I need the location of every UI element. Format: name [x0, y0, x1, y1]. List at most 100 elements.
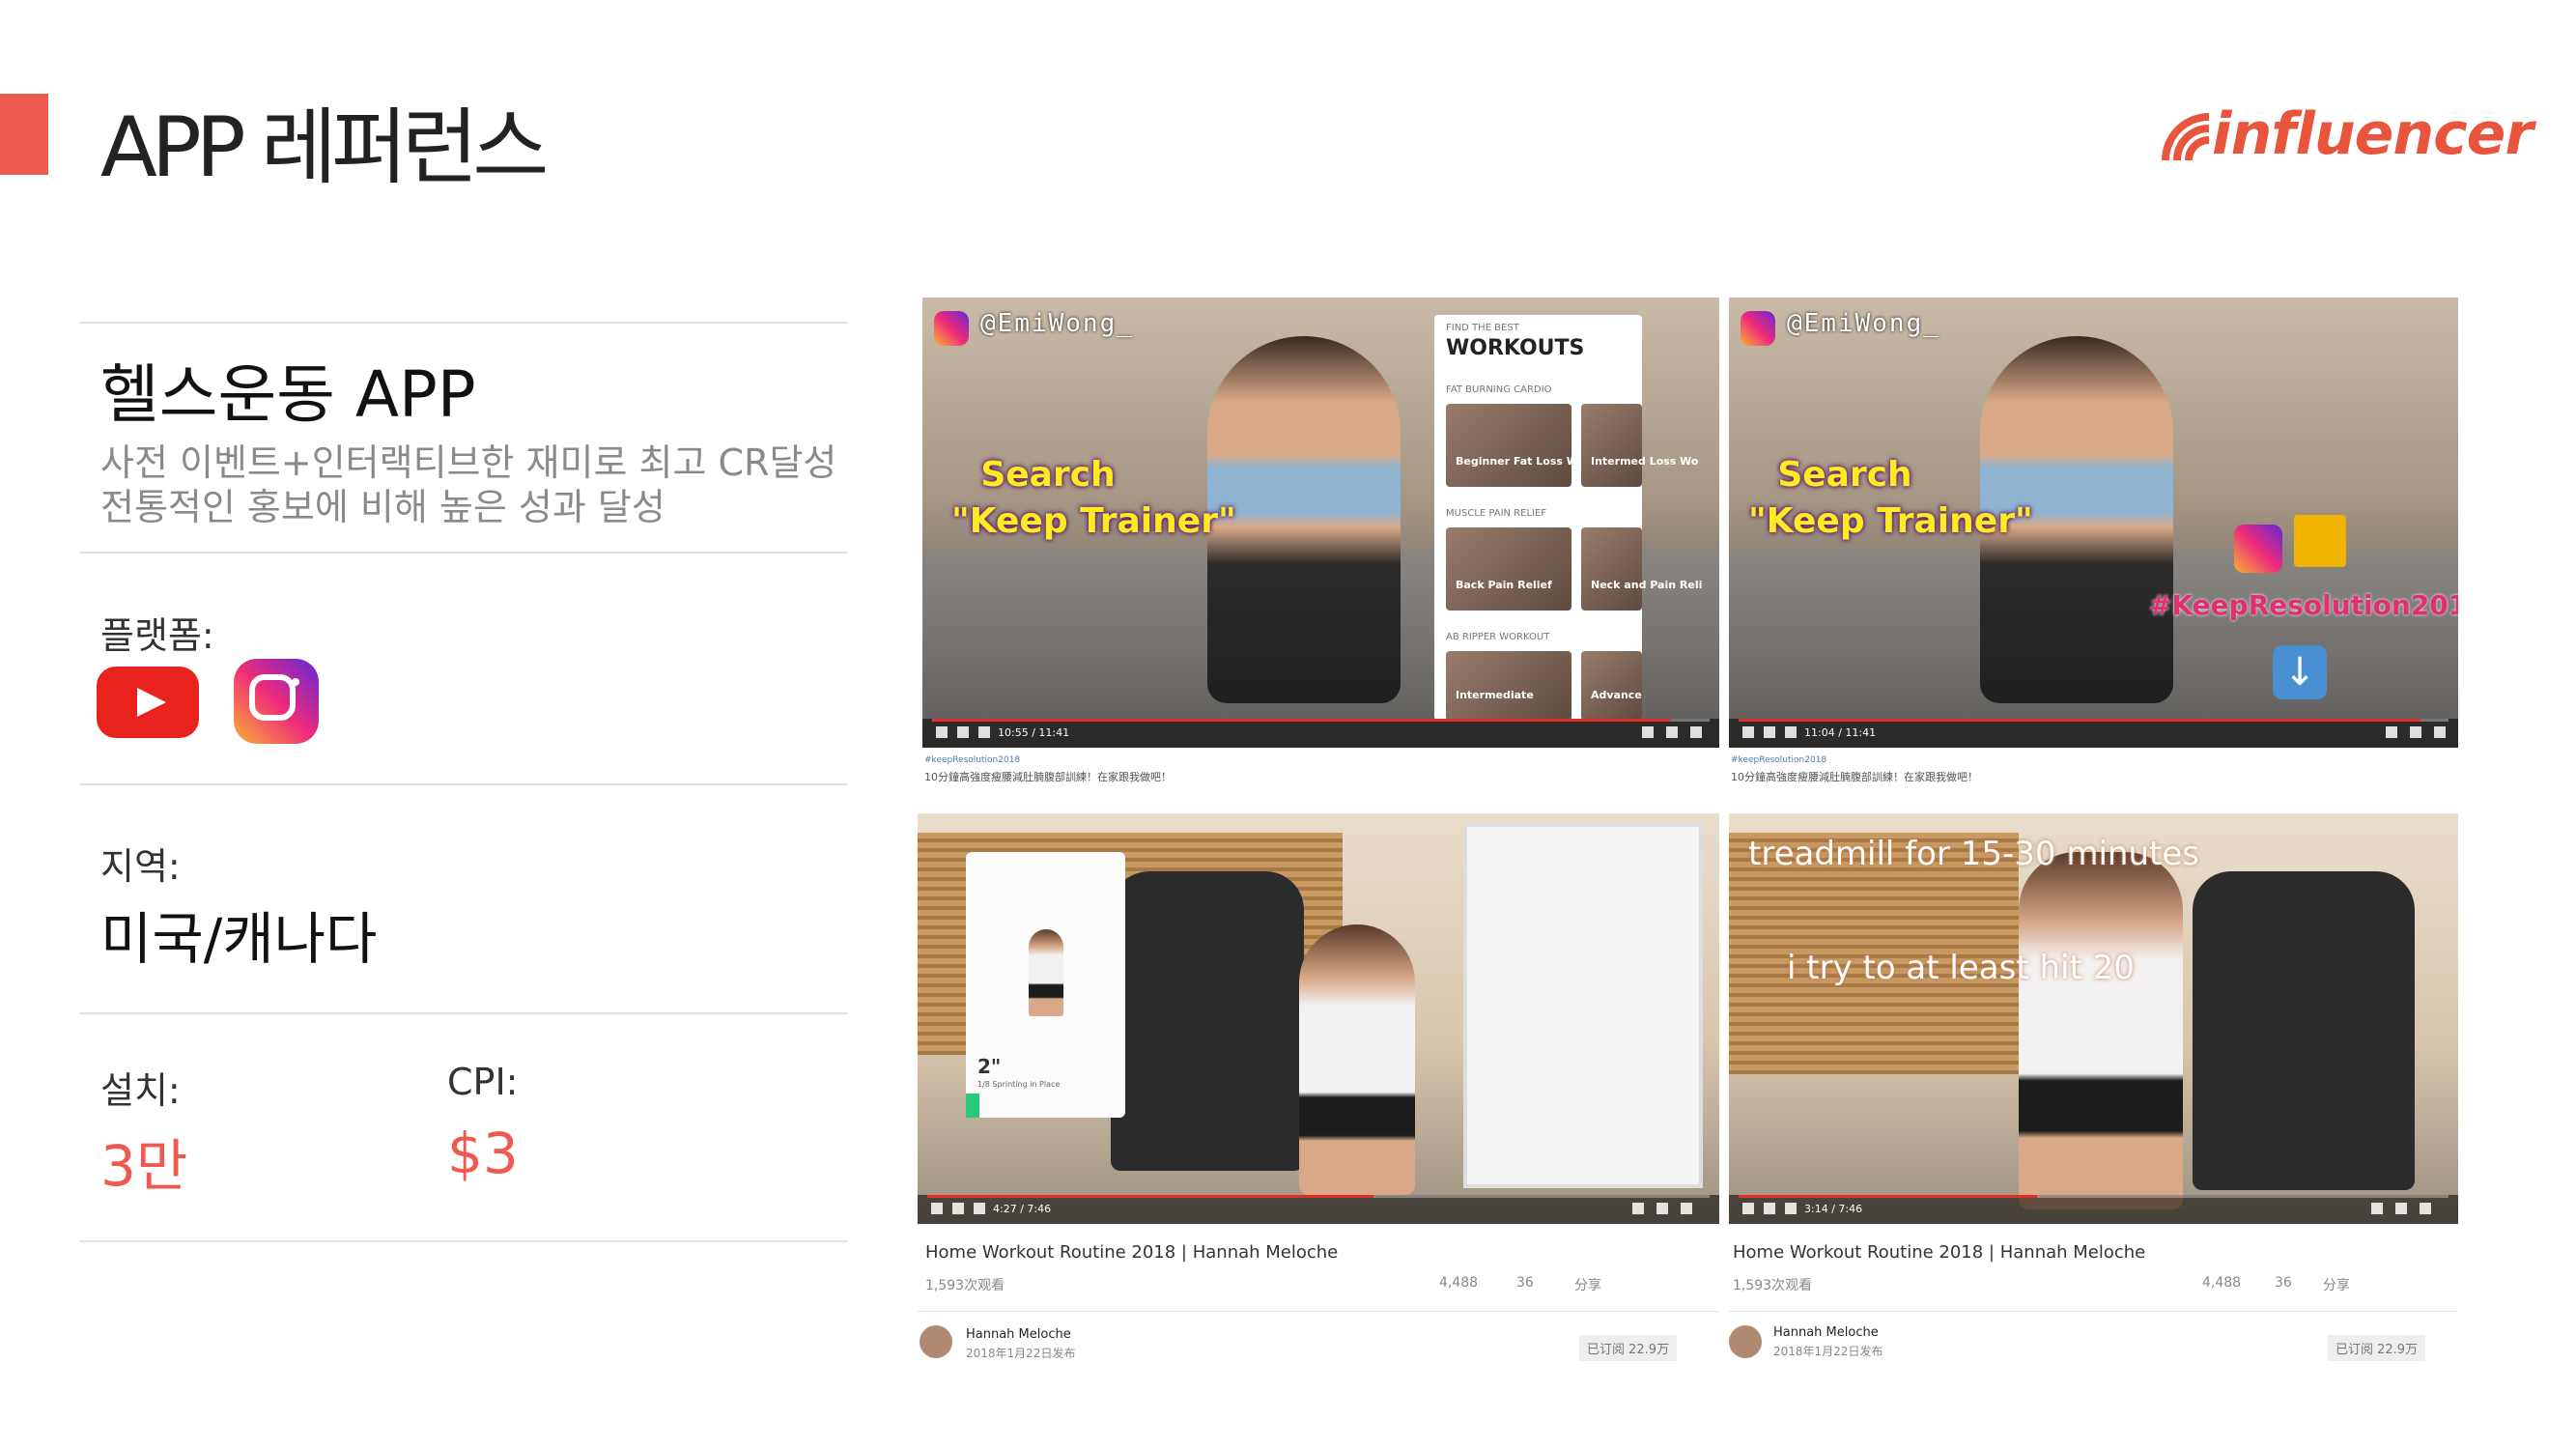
exercise-figure — [1029, 929, 1063, 1016]
dislike-count[interactable]: 36 — [1516, 1275, 1534, 1291]
panel-title: WORKOUTS — [1446, 336, 1585, 360]
search-line-2: "Keep Trainer" — [951, 501, 1236, 541]
video-caption: 10分鐘高強度瘦腰減肚腩腹部訓練！在家跟我做吧！ — [1731, 771, 1978, 783]
workout-card[interactable]: Back Pain Relief — [1446, 527, 1571, 611]
fullscreen-icon[interactable] — [1690, 726, 1702, 738]
divider — [79, 783, 848, 785]
video-time: 3:14 / 7:46 — [1804, 1203, 1863, 1215]
progress-track[interactable] — [927, 1195, 1710, 1198]
screenshot-bottom-left: 2" 1/8 Sprinting in Place 4:27 / 7:46 Ho… — [918, 813, 1719, 1366]
video-hashtag[interactable]: #keepResolution2018 — [1731, 755, 1826, 765]
progress-track[interactable] — [1739, 719, 2449, 722]
video-caption: 10分鐘高強度瘦腰減肚腩腹部訓練！在家跟我做吧！ — [924, 771, 1172, 783]
progress-fill — [927, 1195, 1373, 1198]
play-icon[interactable] — [936, 726, 948, 738]
play-icon[interactable] — [931, 1203, 943, 1214]
subscribe-button[interactable]: 已订阅 22.9万 — [1579, 1335, 1678, 1361]
panel-section: AB RIPPER WORKOUT — [1446, 632, 1550, 642]
workout-card[interactable]: Advance — [1581, 651, 1642, 721]
video-controls: 4:27 / 7:46 — [918, 1195, 1719, 1224]
volume-icon[interactable] — [974, 1203, 985, 1214]
cpi-value: $3 — [447, 1121, 519, 1186]
next-icon[interactable] — [957, 726, 969, 738]
header-accent-bar — [0, 94, 48, 175]
panel-section: MUSCLE PAIN RELIEF — [1446, 508, 1547, 519]
share-button[interactable]: 分享 — [2323, 1275, 2350, 1294]
play-icon[interactable] — [1742, 726, 1754, 738]
video-time: 11:04 / 11:41 — [1804, 726, 1877, 739]
channel-avatar[interactable] — [920, 1325, 952, 1358]
search-line-1: Search — [1777, 455, 1912, 495]
volume-icon[interactable] — [978, 726, 990, 738]
workout-card[interactable]: Beginner Fat Loss Workout — [1446, 404, 1617, 487]
play-icon[interactable] — [1742, 1203, 1754, 1214]
video-player[interactable]: treadmill for 15-30 minutes i try to at … — [1729, 813, 2458, 1224]
settings-icon[interactable] — [2386, 726, 2397, 738]
video-player[interactable]: @EmiWong_ Search "Keep Trainer" FIND THE… — [922, 298, 1719, 748]
gift-icon — [2294, 515, 2346, 567]
video-views: 1,593次观看 — [1733, 1278, 1813, 1293]
channel-name[interactable]: Hannah Meloche — [1773, 1325, 1879, 1340]
captions-icon[interactable] — [1632, 1203, 1644, 1214]
video-hashtag[interactable]: #keepResolution2018 — [924, 755, 1020, 765]
search-line-1: Search — [980, 455, 1116, 495]
workout-card[interactable]: Neck and Pain Reli — [1581, 527, 1702, 611]
volume-icon[interactable] — [1785, 1203, 1797, 1214]
region-value: 미국/캐나다 — [100, 906, 378, 972]
fullscreen-icon[interactable] — [1681, 1203, 1692, 1214]
publish-date: 2018年1月22日发布 — [1773, 1345, 1883, 1358]
like-count[interactable]: 4,488 — [1439, 1275, 1478, 1291]
video-player[interactable]: 2" 1/8 Sprinting in Place 4:27 / 7:46 — [918, 813, 1719, 1224]
channel-name[interactable]: Hannah Meloche — [966, 1327, 1071, 1342]
region-label: 지역: — [100, 845, 181, 888]
settings-icon[interactable] — [1656, 1203, 1668, 1214]
subscribe-button[interactable]: 已订阅 22.9万 — [2328, 1335, 2426, 1361]
theater-icon[interactable] — [1666, 726, 1678, 738]
workout-card[interactable]: Intermediate — [1446, 651, 1571, 721]
next-icon[interactable] — [1764, 726, 1775, 738]
divider — [918, 1311, 1719, 1312]
volume-icon[interactable] — [1785, 726, 1797, 738]
elliptical-machine — [2193, 871, 2415, 1190]
instagram-icon — [234, 659, 319, 744]
divider — [79, 1012, 848, 1014]
signal-icon — [2162, 113, 2210, 161]
instagram-badge-icon — [1741, 311, 1775, 346]
divider — [79, 552, 848, 554]
panel-section: FAT BURNING CARDIO — [1446, 384, 1552, 395]
next-icon[interactable] — [1764, 1203, 1775, 1214]
settings-icon[interactable] — [2395, 1203, 2407, 1214]
screenshot-bottom-right: treadmill for 15-30 minutes i try to at … — [1729, 813, 2458, 1366]
video-player[interactable]: @EmiWong_ Search "Keep Trainer" #KeepRes… — [1729, 298, 2458, 748]
video-controls: 10:55 / 11:41 — [922, 719, 1719, 748]
video-views: 1,593次观看 — [925, 1278, 1005, 1293]
captions-icon[interactable] — [2371, 1203, 2383, 1214]
instagram-handle: @EmiWong_ — [1787, 309, 1940, 338]
theater-icon[interactable] — [2410, 726, 2421, 738]
fullscreen-icon[interactable] — [2420, 1203, 2431, 1214]
screenshot-top-left: @EmiWong_ Search "Keep Trainer" FIND THE… — [922, 298, 1719, 790]
video-title: Home Workout Routine 2018 | Hannah Meloc… — [925, 1242, 1339, 1263]
search-overlay: Search "Keep Trainer" — [951, 452, 1236, 545]
video-controls: 3:14 / 7:46 — [1729, 1195, 2458, 1224]
panel-kicker: FIND THE BEST — [1446, 323, 1519, 333]
settings-icon[interactable] — [1642, 726, 1654, 738]
progress-track[interactable] — [932, 719, 1710, 722]
download-arrow-icon: ↓ — [2273, 645, 2327, 699]
instagram-badge-icon — [934, 311, 969, 346]
publish-date: 2018年1月22日发布 — [966, 1347, 1076, 1360]
channel-avatar[interactable] — [1729, 1325, 1762, 1358]
like-count[interactable]: 4,488 — [2202, 1275, 2241, 1291]
hashtag-overlay: #KeepResolution2018 — [2149, 589, 2458, 621]
workout-card[interactable]: Intermed Loss Wo — [1581, 404, 1698, 487]
share-button[interactable]: 分享 — [1574, 1275, 1601, 1294]
next-icon[interactable] — [952, 1203, 964, 1214]
exercise-progress — [966, 1094, 979, 1118]
progress-track[interactable] — [1739, 1195, 2449, 1198]
dislike-count[interactable]: 36 — [2275, 1275, 2292, 1291]
fullscreen-icon[interactable] — [2434, 726, 2446, 738]
elliptical-machine — [1111, 871, 1304, 1171]
cpi-label: CPI: — [447, 1061, 519, 1103]
exercise-name: 1/8 Sprinting in Place — [977, 1080, 1061, 1089]
platform-label: 플랫폼: — [100, 614, 214, 657]
